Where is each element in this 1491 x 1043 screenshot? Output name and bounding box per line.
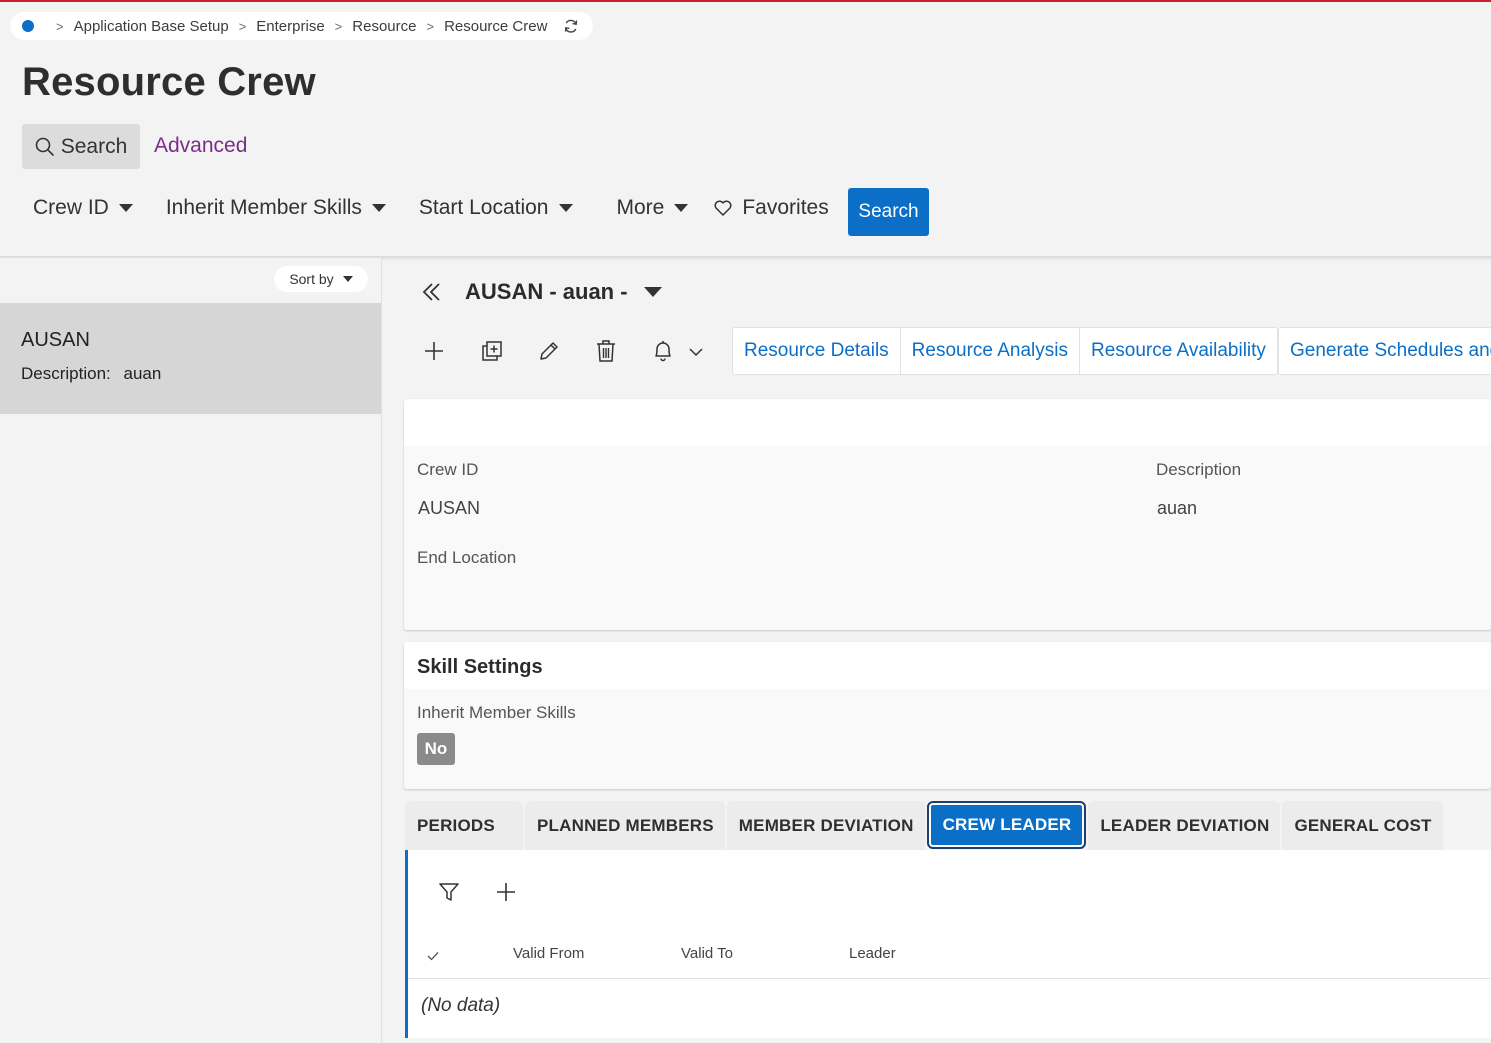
search-tab[interactable]: Search [22, 124, 140, 169]
page-title: Resource Crew [22, 60, 316, 104]
tab-leader-deviation[interactable]: LEADER DEVIATION [1088, 801, 1281, 851]
column-header-leader[interactable]: Leader [849, 945, 896, 962]
advanced-tab[interactable]: Advanced [154, 134, 247, 158]
resource-analysis-link[interactable]: Resource Analysis [901, 328, 1080, 374]
home-icon[interactable] [22, 20, 34, 32]
list-item[interactable]: AUSAN Description: auan [0, 303, 381, 414]
filter-inherit-member-skills[interactable]: Inherit Member Skills [166, 196, 386, 220]
tab-planned-members[interactable]: PLANNED MEMBERS [525, 801, 725, 851]
end-location-label: End Location [417, 548, 517, 567]
heart-icon [714, 200, 732, 216]
crew-id-label: Crew ID [417, 460, 479, 479]
record-selector[interactable]: AUSAN - auan - [465, 279, 662, 305]
chevron-right-icon: > [56, 18, 64, 34]
navigation-links-more: Generate Schedules and [1278, 327, 1491, 375]
tab-member-deviation[interactable]: MEMBER DEVIATION [726, 801, 925, 851]
caret-down-icon [643, 287, 662, 297]
crew-id-value: AUSAN [418, 498, 481, 518]
filter-label: More [616, 196, 665, 219]
chevron-right-icon: > [238, 18, 247, 34]
filter-crew-id[interactable]: Crew ID [33, 196, 133, 220]
caret-down-icon [371, 204, 386, 212]
caret-down-icon [558, 204, 573, 212]
record-title: AUSAN - auan - [465, 279, 628, 304]
breadcrumb-item-current: Resource Crew [444, 17, 548, 35]
grid-header: Valid From Valid To Leader [408, 938, 1491, 979]
delete-icon[interactable] [593, 338, 619, 364]
breadcrumb-item[interactable]: Application Base Setup [74, 18, 229, 35]
inherit-member-skills-label: Inherit Member Skills [417, 703, 576, 722]
filter-icon[interactable] [437, 880, 461, 904]
inherit-member-skills-value: No [417, 733, 455, 765]
breadcrumb: > Application Base Setup > Enterprise > … [10, 12, 594, 40]
edit-icon[interactable] [536, 338, 562, 364]
duplicate-icon[interactable] [479, 338, 505, 364]
resource-availability-link[interactable]: Resource Availability [1080, 328, 1277, 374]
sort-by-label: Sort by [289, 271, 334, 287]
list-item-id: AUSAN [21, 329, 90, 351]
tab-crew-leader[interactable]: CREW LEADER [926, 801, 1087, 849]
empty-grid-message: (No data) [421, 995, 501, 1016]
chevron-down-icon[interactable] [688, 346, 704, 358]
column-header-valid-to[interactable]: Valid To [681, 945, 733, 962]
top-accent-line [0, 0, 1491, 2]
filter-more[interactable]: More [617, 196, 689, 220]
add-row-icon[interactable] [494, 880, 518, 904]
card-header [404, 642, 1491, 689]
caret-down-icon [674, 204, 689, 212]
description-value: auan [123, 364, 162, 383]
chevron-right-icon: > [334, 18, 343, 34]
chevron-right-icon: > [426, 18, 435, 34]
description-value: auan [1157, 498, 1198, 518]
select-all-check-icon[interactable] [427, 951, 439, 961]
tab-general-cost[interactable]: GENERAL COST [1282, 801, 1443, 851]
sort-by-dropdown[interactable]: Sort by [274, 266, 368, 292]
refresh-icon[interactable] [563, 18, 579, 34]
list-item-description: Description: auan [21, 364, 360, 384]
navigation-links: Resource Details Resource Analysis Resou… [732, 327, 1278, 375]
add-icon[interactable] [421, 338, 447, 364]
filter-label: Inherit Member Skills [165, 196, 362, 219]
search-tab-label: Search [60, 134, 128, 158]
favorites-button[interactable]: Favorites [714, 196, 829, 220]
crew-leader-grid: Valid From Valid To Leader (No data) [405, 850, 1491, 1038]
description-label: Description: [21, 364, 111, 383]
detail-tabs: PERIODS PLANNED MEMBERS MEMBER DEVIATION… [405, 801, 1445, 851]
caret-down-icon [342, 276, 353, 282]
collapse-panel-icon[interactable] [420, 281, 444, 303]
search-icon [35, 137, 54, 156]
column-header-valid-from[interactable]: Valid From [513, 945, 584, 962]
filter-label: Start Location [418, 196, 549, 219]
breadcrumb-item[interactable]: Resource [352, 18, 416, 35]
favorites-label: Favorites [742, 196, 829, 219]
card-header [404, 399, 1491, 446]
skill-settings-card: Skill Settings Inherit Member Skills No [404, 642, 1491, 789]
generate-schedules-link[interactable]: Generate Schedules and [1279, 328, 1491, 374]
caret-down-icon [118, 204, 133, 212]
description-label: Description [1156, 460, 1242, 479]
breadcrumb-item[interactable]: Enterprise [256, 18, 324, 35]
bell-icon[interactable] [650, 338, 676, 364]
search-button[interactable]: Search [848, 188, 929, 236]
resource-details-link[interactable]: Resource Details [733, 328, 901, 374]
crew-detail-card: Crew ID AUSAN Description auan End Locat… [404, 399, 1491, 630]
filter-bar: Crew ID Inherit Member Skills Start Loca… [33, 196, 829, 220]
filter-label: Crew ID [33, 196, 109, 219]
tab-periods[interactable]: PERIODS [405, 801, 523, 851]
skill-settings-title: Skill Settings [417, 656, 543, 678]
filter-start-location[interactable]: Start Location [419, 196, 573, 220]
